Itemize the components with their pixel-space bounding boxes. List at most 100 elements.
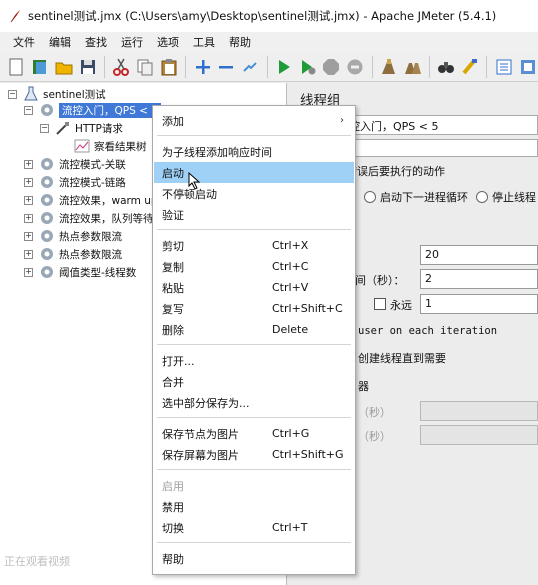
tree-thread-group-label: 阈值类型-线程数	[59, 266, 137, 279]
radio-circle[interactable]	[476, 191, 488, 203]
scheduler-label: 器	[358, 380, 369, 393]
menu-item-save-node-as-image[interactable]: 保存节点为图片 Ctrl+G	[154, 423, 354, 444]
expand-toggle[interactable]: +	[24, 249, 33, 259]
radio-start-next-loop[interactable]: 启动下一进程循环	[364, 189, 468, 205]
tree-listener-row[interactable]: 察看结果树	[74, 137, 147, 155]
cut-icon[interactable]	[111, 56, 132, 78]
copy-icon[interactable]	[135, 56, 156, 78]
menu-item-toggle[interactable]: 切换 Ctrl+T	[154, 517, 354, 538]
menu-item-save-screen-as-image[interactable]: 保存屏幕为图片 Ctrl+Shift+G	[154, 444, 354, 465]
menu-item-save-selection-as[interactable]: 选中部分保存为...	[154, 392, 354, 413]
paste-icon[interactable]	[159, 56, 180, 78]
gear-icon	[39, 102, 55, 118]
tree-thread-group-selected[interactable]: − 流控入门，QPS < 5	[24, 101, 161, 119]
radio-stop-thread[interactable]: 停止线程	[476, 189, 536, 205]
menu-file[interactable]: 文件	[6, 34, 42, 50]
menu-item-delete[interactable]: 删除 Delete	[154, 319, 354, 340]
search-icon[interactable]	[436, 56, 457, 78]
menu-item-open[interactable]: 打开...	[154, 350, 354, 371]
toolbar-separator	[104, 55, 105, 78]
tree-http-request-label: HTTP请求	[75, 122, 123, 135]
mouse-pointer-icon	[188, 172, 201, 190]
menu-item-validate[interactable]: 验证	[154, 204, 354, 225]
tree-thread-group-row[interactable]: + 热点参数限流	[24, 245, 122, 263]
menu-item-help[interactable]: 帮助	[154, 548, 354, 569]
toggle-icon[interactable]	[240, 56, 261, 78]
menu-item-add[interactable]: 添加 ›	[154, 110, 354, 131]
collapse-toggle[interactable]: −	[8, 89, 17, 99]
gear-icon	[39, 246, 55, 262]
expand-icon[interactable]	[192, 56, 213, 78]
tree-thread-group-label: 流控入门，QPS < 5	[59, 102, 161, 118]
collapse-icon[interactable]	[216, 56, 237, 78]
pipette-icon	[55, 120, 71, 136]
menu-run[interactable]: 运行	[114, 34, 150, 50]
menu-item-copy[interactable]: 复制 Ctrl+C	[154, 256, 354, 277]
radio-circle[interactable]	[364, 191, 376, 203]
tree-root-label: sentinel测试	[43, 88, 106, 101]
save-icon[interactable]	[77, 56, 98, 78]
shutdown-icon[interactable]	[345, 56, 366, 78]
menu-item-add-think-times[interactable]: 为子线程添加响应时间	[154, 141, 354, 162]
menu-tools[interactable]: 工具	[186, 34, 222, 50]
expand-toggle[interactable]: +	[24, 195, 33, 205]
tree-thread-group-row[interactable]: + 流控模式-链路	[24, 173, 126, 191]
menu-item-start[interactable]: 启动	[154, 162, 354, 183]
startup-delay-input	[420, 425, 538, 445]
same-user-label: user on each iteration	[358, 325, 498, 337]
new-icon[interactable]	[6, 56, 27, 78]
start-icon[interactable]	[273, 56, 294, 78]
function-helper-icon[interactable]	[493, 56, 514, 78]
menu-search[interactable]: 查找	[78, 34, 114, 50]
flask-icon	[23, 86, 39, 102]
menu-item-duplicate[interactable]: 复写 Ctrl+Shift+C	[154, 298, 354, 319]
expand-toggle[interactable]: +	[24, 177, 33, 187]
menu-item-cut[interactable]: 剪切 Ctrl+X	[154, 235, 354, 256]
title-bar: sentinel测试.jmx (C:\Users\amy\Desktop\sen…	[0, 0, 538, 32]
name-field[interactable]: 控入门，QPS < 5	[344, 115, 538, 135]
menu-item-disable[interactable]: 禁用	[154, 496, 354, 517]
templates-icon[interactable]	[30, 56, 51, 78]
duration-input	[420, 401, 538, 421]
help-icon[interactable]	[517, 56, 538, 78]
comments-field[interactable]	[344, 139, 538, 157]
start-no-pause-icon[interactable]	[297, 56, 318, 78]
tree-thread-group-row[interactable]: + 阈值类型-线程数	[24, 263, 136, 281]
toolbar-separator	[266, 55, 268, 78]
collapse-toggle[interactable]: −	[40, 123, 49, 133]
stop-icon[interactable]	[321, 56, 342, 78]
menu-item-merge[interactable]: 合并	[154, 371, 354, 392]
window-title: sentinel测试.jmx (C:\Users\amy\Desktop\sen…	[28, 9, 497, 23]
gear-icon	[39, 156, 55, 172]
expand-toggle[interactable]: +	[24, 231, 33, 241]
tree-thread-group-row[interactable]: + 流控效果，warm up	[24, 191, 158, 209]
forever-checkbox[interactable]	[374, 298, 386, 310]
expand-toggle[interactable]: +	[24, 213, 33, 223]
tree-http-request-row[interactable]: − HTTP请求	[40, 119, 123, 137]
menu-options[interactable]: 选项	[150, 34, 186, 50]
threads-input[interactable]: 20	[420, 245, 538, 265]
menu-help[interactable]: 帮助	[222, 34, 258, 50]
toolbar-separator	[371, 55, 373, 78]
menu-item-paste[interactable]: 粘贴 Ctrl+V	[154, 277, 354, 298]
collapse-toggle[interactable]: −	[24, 105, 33, 115]
menu-separator	[157, 135, 351, 136]
tree-thread-group-label: 热点参数限流	[59, 230, 122, 243]
clear-all-icon[interactable]	[402, 56, 423, 78]
menu-item-start-no-pauses[interactable]: 不停顿启动	[154, 183, 354, 204]
tree-thread-group-row[interactable]: + 流控效果，队列等待	[24, 209, 154, 227]
loop-count-input[interactable]: 1	[420, 294, 538, 314]
expand-toggle[interactable]: +	[24, 267, 33, 277]
watermark-text: 正在观看视频	[4, 555, 70, 568]
tree-thread-group-label: 流控模式-链路	[59, 176, 126, 189]
tree-thread-group-row[interactable]: + 流控模式-关联	[24, 155, 126, 173]
rampup-input[interactable]: 2	[420, 269, 538, 289]
expand-toggle[interactable]: +	[24, 159, 33, 169]
clear-icon[interactable]	[378, 56, 399, 78]
tree-listener-label: 察看结果树	[94, 140, 147, 153]
open-icon[interactable]	[54, 56, 75, 78]
tree-thread-group-row[interactable]: + 热点参数限流	[24, 227, 122, 245]
radio-label: 停止线程	[492, 191, 536, 204]
reset-search-icon[interactable]	[460, 56, 481, 78]
menu-edit[interactable]: 编辑	[42, 34, 78, 50]
